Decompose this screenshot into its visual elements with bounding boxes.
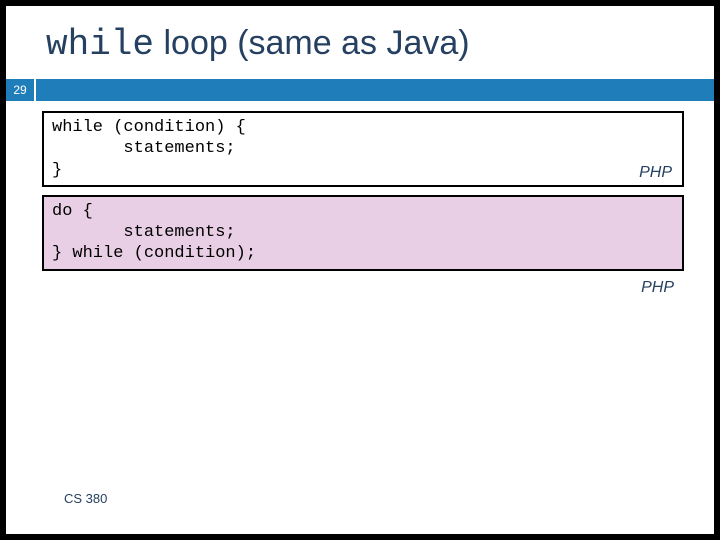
slide-title: while loop (same as Java) [6,6,714,79]
badge-bar [36,79,714,101]
lang-tag-1: PHP [639,163,672,183]
footer-course: CS 380 [64,491,107,506]
lang-tag-2: PHP [42,279,684,297]
slide-number-badge: 29 [6,79,34,101]
code-while: while (condition) { statements; } [52,117,674,181]
code-block-dowhile: do { statements; } while (condition); [42,195,684,271]
title-rest: loop (same as Java) [154,24,470,62]
title-mono: while [46,24,154,65]
badge-row: 29 [6,79,714,101]
code-dowhile: do { statements; } while (condition); [52,201,674,265]
code-block-while: while (condition) { statements; } PHP [42,111,684,187]
slide: while loop (same as Java) 29 while (cond… [6,6,714,534]
content-area: while (condition) { statements; } PHP do… [6,101,714,297]
